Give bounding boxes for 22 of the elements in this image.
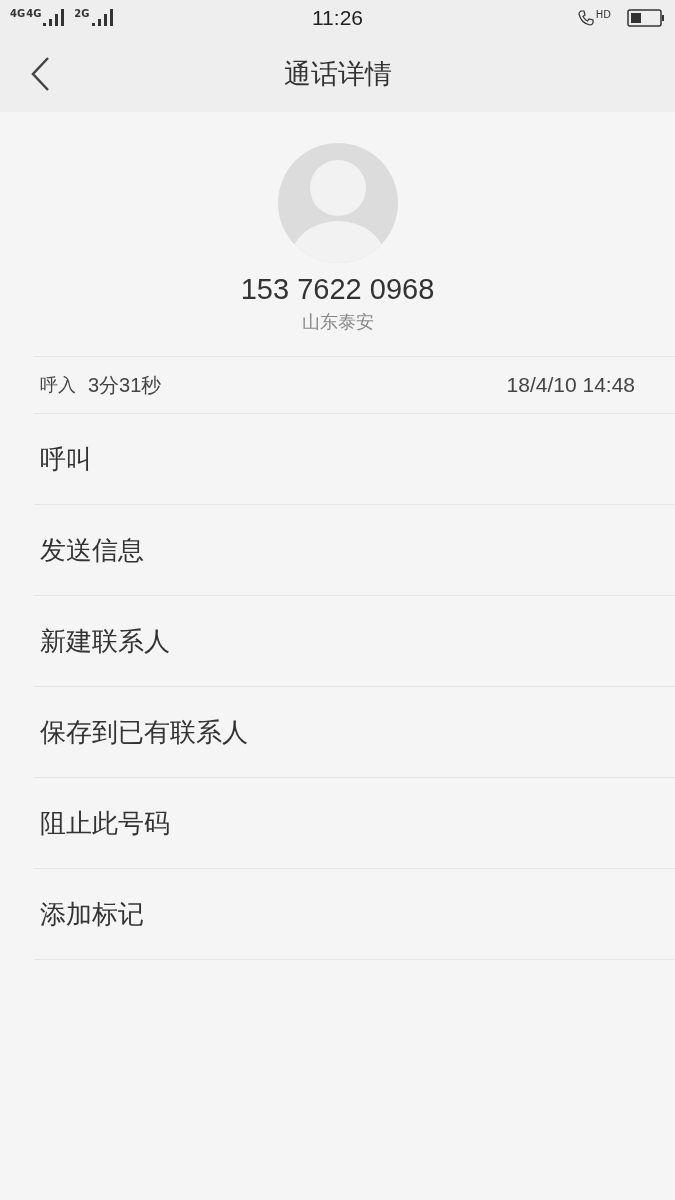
phone-number: 153 7622 0968 bbox=[240, 273, 435, 306]
action-item[interactable]: 阻止此号码 bbox=[34, 778, 675, 869]
phone-icon bbox=[577, 10, 594, 26]
call-datetime: 18/4/10 14:48 bbox=[506, 373, 635, 397]
action-item[interactable]: 新建联系人 bbox=[34, 596, 675, 687]
avatar-icon bbox=[277, 143, 398, 263]
action-item[interactable]: 呼叫 bbox=[34, 414, 675, 505]
page-title: 通话详情 bbox=[283, 57, 392, 91]
call-direction: 呼入 bbox=[40, 373, 76, 397]
action-item[interactable]: 保存到已有联系人 bbox=[34, 687, 675, 778]
battery-icon bbox=[627, 9, 665, 27]
action-item[interactable]: 发送信息 bbox=[34, 505, 675, 596]
network-label: 4G bbox=[10, 9, 26, 19]
network-label: 2G bbox=[74, 9, 90, 19]
signal-icon bbox=[90, 9, 113, 27]
call-duration: 3分31秒 bbox=[88, 372, 162, 398]
action-item[interactable]: 添加标记 bbox=[34, 869, 675, 960]
hd-label: HD bbox=[595, 9, 611, 20]
network-label: 4G bbox=[26, 9, 42, 19]
clock: 11:26 bbox=[312, 6, 363, 30]
signal-icon bbox=[42, 9, 65, 27]
location-label: 山东泰安 bbox=[301, 310, 374, 334]
